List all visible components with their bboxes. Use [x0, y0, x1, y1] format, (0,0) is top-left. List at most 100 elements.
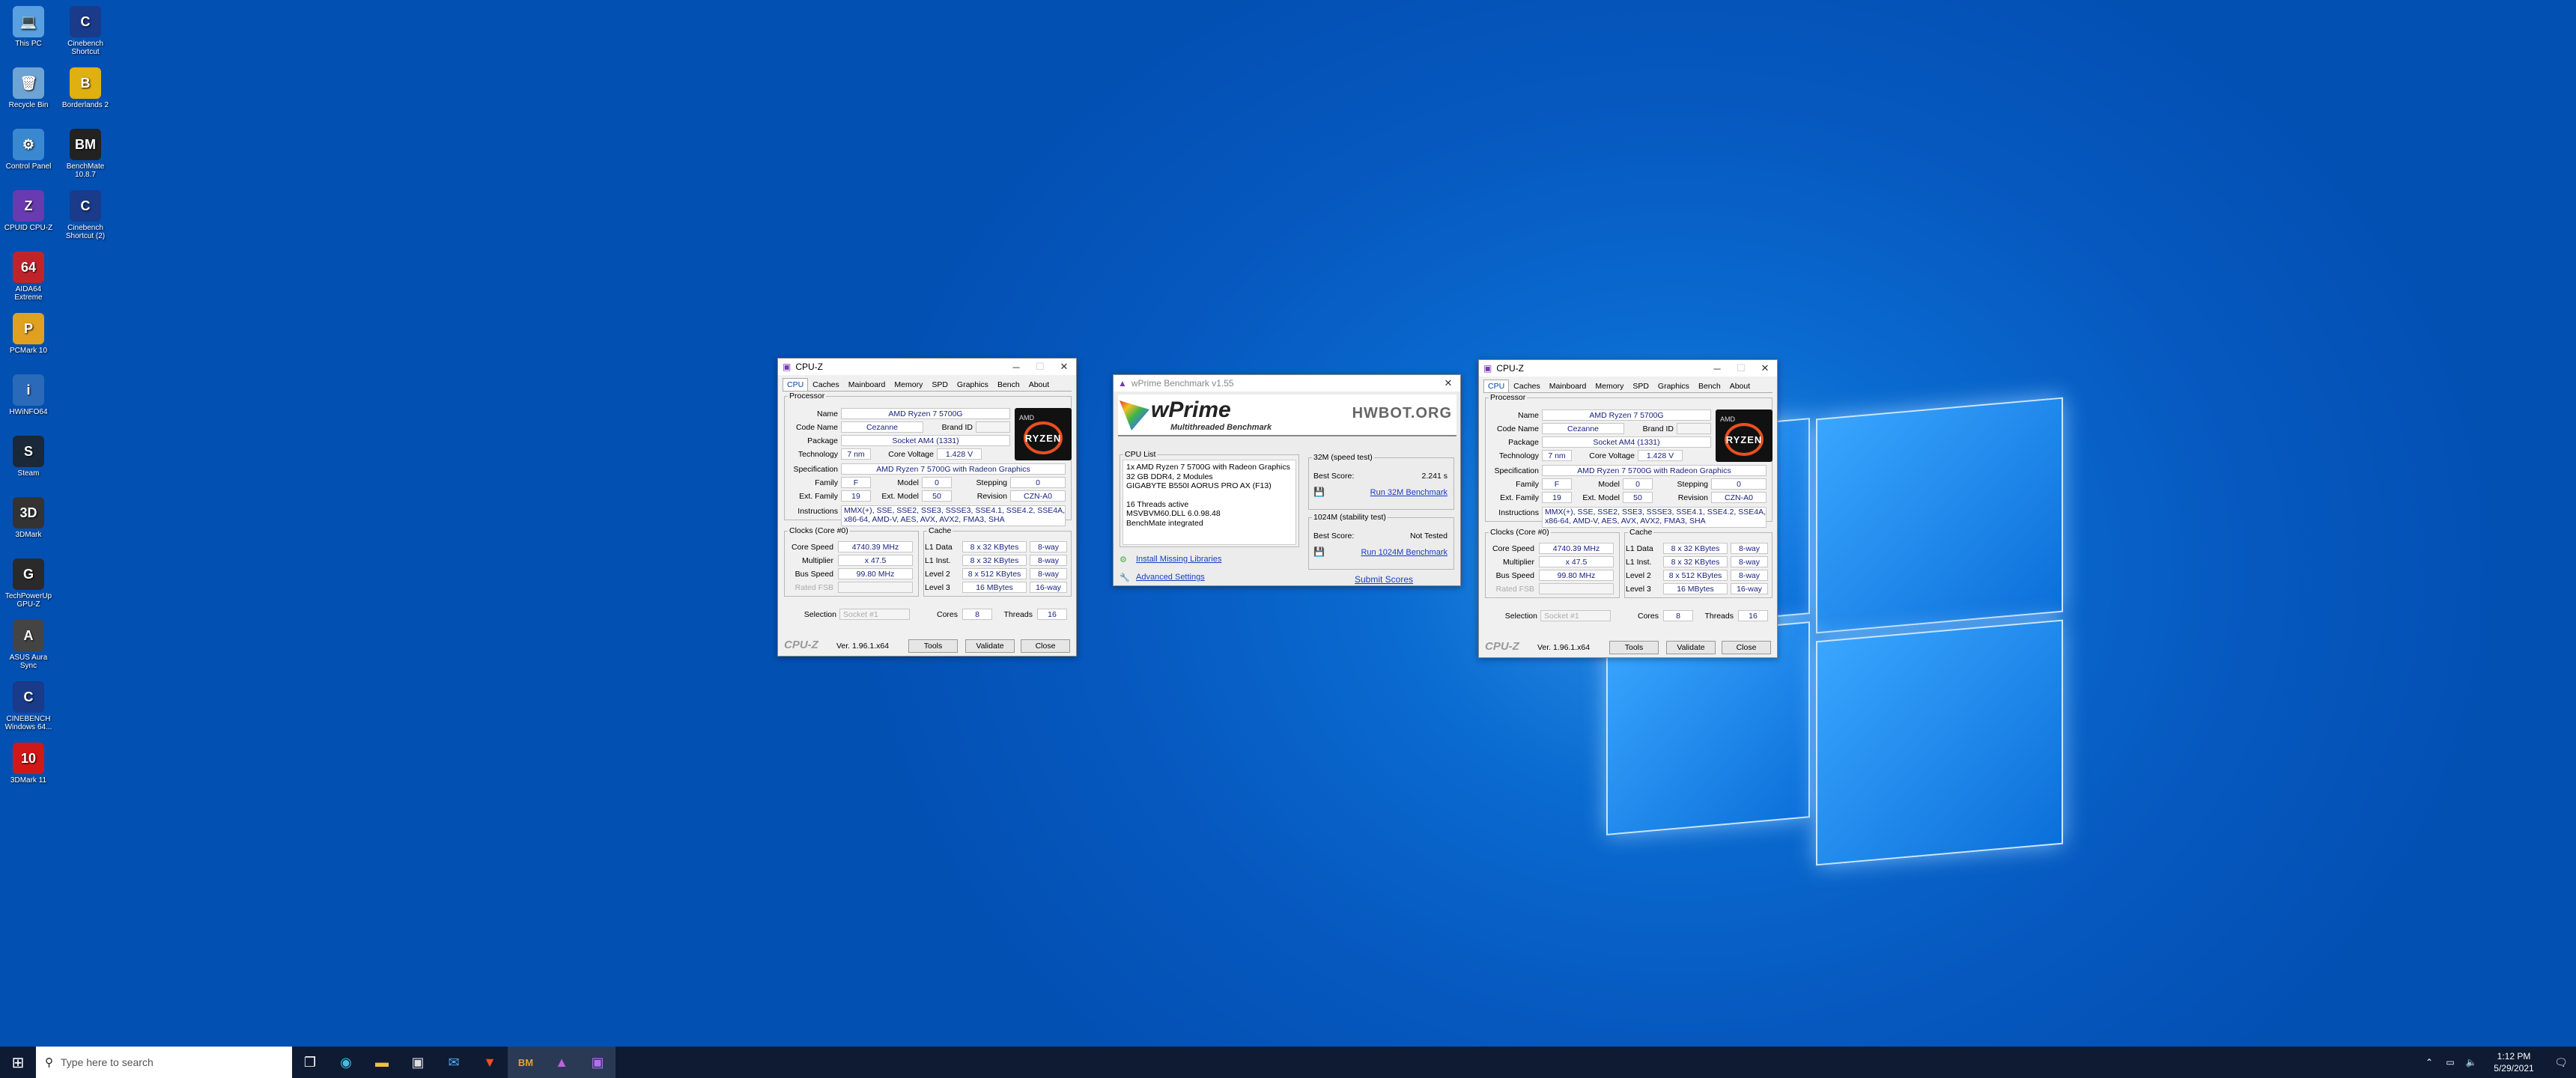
submit-scores-link[interactable]: Submit Scores	[1355, 574, 1413, 585]
desktop-icon[interactable]: Z CPUID CPU-Z	[1, 189, 55, 253]
start-icon[interactable]: ⊞	[0, 1047, 36, 1078]
run-1024m-button[interactable]: Run 1024M Benchmark	[1361, 548, 1448, 557]
notification-icon[interactable]: 🗨	[2546, 1047, 2576, 1078]
desktop-icon[interactable]: ⚙ Control Panel	[1, 127, 55, 192]
desktop-icon[interactable]: P PCMark 10	[1, 311, 55, 376]
app-icon: S	[13, 436, 44, 467]
wprime-titlebar[interactable]: ▲ wPrime Benchmark v1.55 ✕	[1114, 375, 1460, 392]
chevron-up-icon[interactable]: ⌃	[2419, 1047, 2440, 1078]
tab-memory[interactable]: Memory	[890, 378, 927, 391]
tab-spd[interactable]: SPD	[927, 378, 953, 391]
tools-button[interactable]: Tools	[908, 639, 958, 653]
desktop-icon[interactable]: A ASUS Aura Sync	[1, 618, 55, 683]
desktop-icon[interactable]: C Cinebench Shortcut	[58, 4, 112, 69]
desktop-icon[interactable]: C CINEBENCH Windows 64...	[1, 680, 55, 744]
desktop-icon[interactable]: 10 3DMark 11	[1, 741, 55, 806]
mail-icon[interactable]: ✉	[436, 1047, 472, 1078]
cpu-name: AMD Ryzen 7 5700G	[1542, 409, 1711, 421]
extmodel-label: Ext. Model	[1582, 493, 1620, 502]
best-score-label: Best Score:	[1313, 532, 1355, 540]
l1d-size: 8 x 32 KBytes	[962, 541, 1027, 552]
tab-graphics[interactable]: Graphics	[1653, 380, 1694, 392]
close-button[interactable]: Close	[1021, 639, 1070, 653]
cpu-list-group: CPU List 1x AMD Ryzen 7 5700G with Radeo…	[1120, 450, 1299, 547]
brave-icon[interactable]: ▼	[472, 1047, 508, 1078]
validate-button[interactable]: Validate	[1666, 641, 1716, 654]
tab-bench[interactable]: Bench	[1694, 380, 1725, 392]
tab-cpu[interactable]: CPU	[1483, 380, 1510, 392]
extfamily-label: Ext. Family	[1500, 493, 1539, 502]
close-icon[interactable]: ✕	[1052, 361, 1076, 373]
desktop-icon[interactable]: S Steam	[1, 434, 55, 499]
close-button[interactable]: Close	[1722, 641, 1771, 654]
cpuz-titlebar[interactable]: ▣ CPU-Z ─ ☐ ✕	[1479, 360, 1777, 377]
network-icon[interactable]: ▭	[2440, 1047, 2461, 1078]
tab-spd[interactable]: SPD	[1628, 380, 1653, 392]
group-label: Cache	[927, 526, 953, 535]
tab-caches[interactable]: Caches	[808, 378, 844, 391]
file-explorer-icon[interactable]: ▬	[364, 1047, 400, 1078]
desktop-icon[interactable]: 💻 This PC	[1, 4, 55, 69]
run-32m-button[interactable]: Run 32M Benchmark	[1370, 488, 1448, 497]
maximize-icon[interactable]: ☐	[1729, 362, 1753, 374]
cpuz-taskbar-icon[interactable]: ▣	[580, 1047, 616, 1078]
close-icon[interactable]: ✕	[1436, 377, 1460, 389]
model-label: Model	[897, 478, 919, 487]
group-label: Processor	[788, 392, 827, 401]
cpuz-titlebar[interactable]: ▣ CPU-Z ─ ☐ ✕	[778, 359, 1076, 375]
cpu-list-line: 32 GB DDR4, 2 Modules	[1126, 472, 1213, 481]
install-libraries-link[interactable]: Install Missing Libraries	[1136, 555, 1221, 564]
tab-mainboard[interactable]: Mainboard	[844, 378, 890, 391]
l1d-label: L1 Data	[1626, 544, 1653, 553]
model: 0	[1623, 478, 1653, 490]
cpu-name: AMD Ryzen 7 5700G	[841, 408, 1010, 419]
advanced-settings-link[interactable]: Advanced Settings	[1136, 573, 1205, 582]
wprime-window[interactable]: ▲ wPrime Benchmark v1.55 ✕ wPrime Multit…	[1113, 374, 1461, 586]
tab-cpu[interactable]: CPU	[783, 378, 809, 391]
tab-caches[interactable]: Caches	[1509, 380, 1545, 392]
desktop-icon-label: CPUID CPU-Z	[4, 224, 53, 232]
tab-about[interactable]: About	[1725, 380, 1755, 392]
l1d-label: L1 Data	[925, 543, 953, 552]
desktop-icon[interactable]: i HWiNFO64	[1, 373, 55, 437]
search-box[interactable]: ⚲ Type here to search	[36, 1047, 292, 1078]
edge-icon[interactable]: ◉	[328, 1047, 364, 1078]
validate-button[interactable]: Validate	[965, 639, 1015, 653]
cpuz-window-left[interactable]: ▣ CPU-Z ─ ☐ ✕ CPU Caches Mainboard Memory SPD Grap…	[777, 358, 1077, 657]
volume-icon[interactable]: 🔈	[2461, 1047, 2482, 1078]
benchmate-icon[interactable]: BM	[508, 1047, 544, 1078]
minimize-icon[interactable]: ─	[1004, 362, 1028, 373]
tab-mainboard[interactable]: Mainboard	[1545, 380, 1591, 392]
app-icon: C	[13, 681, 44, 713]
wprime-taskbar-icon[interactable]: ▲	[544, 1047, 580, 1078]
desktop-icon[interactable]: 3D 3DMark	[1, 496, 55, 560]
desktop-icon[interactable]: 🗑 Recycle Bin	[1, 66, 55, 130]
stepping-label: Stepping	[1677, 480, 1708, 489]
cpuz-window-right[interactable]: ▣ CPU-Z ─ ☐ ✕ CPU Caches Mainboard Memory SPD Grap…	[1478, 359, 1778, 658]
desktop-icon[interactable]: 64 AIDA64 Extreme	[1, 250, 55, 314]
tab-memory[interactable]: Memory	[1591, 380, 1628, 392]
desktop-icon[interactable]: BM BenchMate 10.8.7	[58, 127, 112, 192]
desktop-icon[interactable]: G TechPowerUp GPU-Z	[1, 557, 55, 621]
maximize-icon[interactable]: ☐	[1028, 361, 1052, 373]
desktop-icon-label: Borderlands 2	[61, 101, 109, 109]
clock-date: 5/29/2021	[2494, 1063, 2534, 1074]
clock[interactable]: 1:12 PM 5/29/2021	[2482, 1050, 2546, 1074]
busspeed-label: Bus Speed	[795, 570, 833, 579]
task-view-icon[interactable]: ❐	[292, 1047, 328, 1078]
taskbar: ⊞ ⚲ Type here to search ❐ ◉ ▬ ▣ ✉ ▼ BM ▲…	[0, 1047, 2576, 1078]
core-speed: 4740.39 MHz	[838, 541, 913, 552]
selection-dropdown: Socket #1	[1540, 610, 1611, 621]
minimize-icon[interactable]: ─	[1705, 363, 1729, 374]
desktop-icon[interactable]: C Cinebench Shortcut (2)	[58, 189, 112, 253]
tab-about[interactable]: About	[1024, 378, 1054, 391]
desktop-icon[interactable]: B Borderlands 2	[58, 66, 112, 130]
tab-graphics[interactable]: Graphics	[953, 378, 993, 391]
revision-label: Revision	[1677, 493, 1708, 502]
tab-bench[interactable]: Bench	[993, 378, 1024, 391]
store-icon[interactable]: ▣	[400, 1047, 436, 1078]
selection-label: Selection	[1504, 612, 1537, 621]
tools-button[interactable]: Tools	[1609, 641, 1659, 654]
cpuz-brand: CPU-Z	[784, 639, 818, 651]
close-icon[interactable]: ✕	[1753, 362, 1777, 374]
